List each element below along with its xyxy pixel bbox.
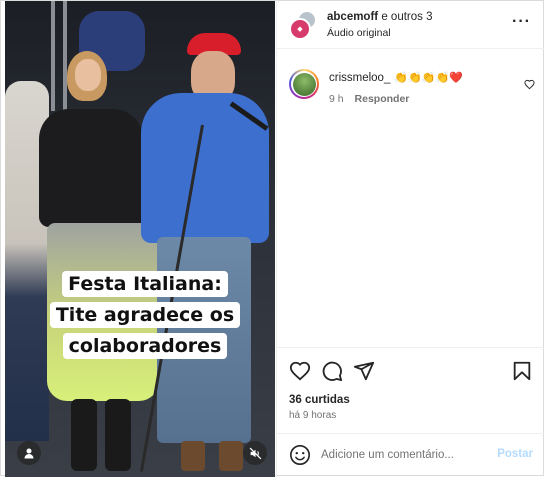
reply-button[interactable]: Responder: [355, 93, 410, 105]
tagged-users-button[interactable]: [17, 441, 41, 465]
commenter-avatar[interactable]: [289, 69, 319, 99]
like-button[interactable]: [289, 360, 311, 382]
emoji-picker-button[interactable]: [289, 444, 311, 466]
man-shoe: [219, 441, 243, 471]
woman-sweater: [39, 109, 143, 227]
muted-speaker-icon: [249, 447, 261, 459]
stage-truss: [51, 1, 55, 111]
post-dialog: Festa Italiana: Tite agradece os colabor…: [0, 0, 544, 477]
smiley-icon: [290, 445, 310, 465]
more-options-button[interactable]: ···: [512, 14, 531, 30]
paper-plane-icon: [353, 361, 375, 381]
video-caption: Festa Italiana: Tite agradece os colabor…: [43, 269, 247, 362]
more-horizontal-icon: ···: [512, 13, 531, 30]
comment-time[interactable]: 9 h: [329, 93, 344, 105]
author-avatars[interactable]: ◆: [289, 10, 319, 40]
post-authors[interactable]: abcemoff e outros 3: [327, 11, 432, 23]
post-header: ◆ abcemoff e outros 3 Áudio original ···: [277, 1, 544, 49]
post-actions: 36 curtidas há 9 horas: [277, 347, 544, 433]
post-timestamp[interactable]: há 9 horas: [289, 410, 336, 421]
comment-like-button[interactable]: [524, 77, 535, 95]
user-icon: [24, 448, 34, 459]
commenter-username[interactable]: crissmeloo_: [329, 72, 390, 84]
woman-face: [75, 59, 101, 91]
comment-emojis: 👏👏👏👏❤️: [394, 72, 463, 84]
add-comment-bar: Postar: [277, 433, 544, 477]
author-name[interactable]: abcemoff: [327, 11, 378, 23]
comment-item: crissmeloo_ 👏👏👏👏❤️ 9 h Responder: [277, 61, 544, 111]
audio-label[interactable]: Áudio original: [327, 27, 391, 39]
woman-boot: [105, 399, 131, 471]
heart-icon: [524, 79, 535, 90]
comment-button[interactable]: [321, 360, 343, 382]
mute-button[interactable]: [243, 441, 267, 465]
share-button[interactable]: [353, 360, 375, 382]
woman-boot: [71, 399, 97, 471]
comment-bubble-icon: [322, 361, 343, 382]
likes-count[interactable]: 36 curtidas: [289, 394, 350, 406]
post-comment-button[interactable]: Postar: [497, 448, 533, 460]
comment-meta: 9 h Responder: [329, 93, 409, 105]
comment-input[interactable]: [321, 446, 491, 464]
stage-truss: [63, 1, 67, 111]
comment-text: crissmeloo_ 👏👏👏👏❤️: [329, 71, 463, 84]
post-video[interactable]: Festa Italiana: Tite agradece os colabor…: [5, 1, 275, 477]
heart-icon: [289, 361, 311, 381]
save-button[interactable]: [511, 360, 533, 382]
man-shoe: [181, 441, 205, 471]
avatar: ◆: [289, 18, 311, 40]
bookmark-icon: [513, 361, 531, 381]
post-details: ◆ abcemoff e outros 3 Áudio original ···…: [276, 1, 544, 477]
co-authors[interactable]: e outros 3: [381, 11, 432, 23]
